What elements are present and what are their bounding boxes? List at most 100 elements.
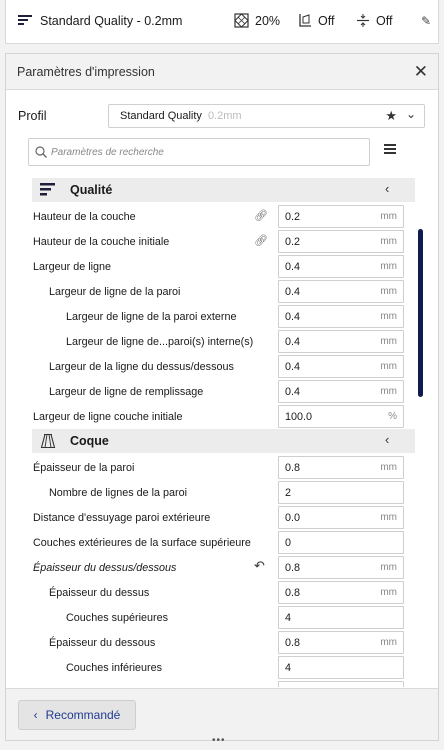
link-icon: 🔗︎ bbox=[254, 235, 268, 247]
setting-label: Largeur de ligne de remplissage bbox=[49, 386, 204, 398]
setting-input[interactable]: 0.8 mm bbox=[278, 556, 404, 579]
setting-unit: mm bbox=[380, 211, 397, 222]
setting-label: Largeur de la ligne du dessus/dessous bbox=[49, 361, 234, 373]
setting-value: 2 bbox=[285, 487, 292, 499]
infill-icon bbox=[234, 13, 249, 28]
setting-value: 4 bbox=[285, 612, 292, 624]
setting-input[interactable]: 4 bbox=[278, 656, 404, 679]
chevron-left-icon[interactable]: ‹ bbox=[385, 432, 389, 447]
setting-value: 0.4 bbox=[285, 261, 301, 273]
setting-row: Largeur de la ligne du dessus/dessous 0.… bbox=[16, 354, 408, 379]
setting-input[interactable]: 4 bbox=[278, 606, 404, 629]
category-quality[interactable]: Qualité ‹ bbox=[32, 178, 415, 202]
support-icon bbox=[299, 14, 311, 27]
search-input[interactable] bbox=[51, 146, 351, 158]
setting-label: Épaisseur du dessus/dessous bbox=[33, 562, 177, 574]
category-shell-label: Coque bbox=[70, 434, 109, 448]
setting-input[interactable]: 0.8 mm bbox=[278, 581, 404, 604]
settings-list[interactable]: Qualité ‹ Hauteur de la couche 🔗︎ 0.2 mm… bbox=[16, 175, 418, 687]
profile-select-sub: 0.2mm bbox=[207, 110, 242, 122]
setting-value: 0.4 bbox=[285, 311, 301, 323]
setting-row-partial bbox=[16, 680, 408, 687]
setting-label: Nombre de lignes de la paroi bbox=[49, 487, 188, 499]
setting-value: 0.2 bbox=[285, 211, 301, 223]
setting-input[interactable]: 0.4 mm bbox=[278, 330, 404, 353]
print-setup-summary-bar[interactable]: Standard Quality - 0.2mm 20% Off Off ✎ bbox=[5, 0, 439, 44]
setting-unit: mm bbox=[380, 236, 397, 247]
setting-row: Largeur de ligne de...paroi(s) interne(s… bbox=[16, 329, 408, 354]
setting-unit: % bbox=[388, 411, 397, 422]
setting-unit: mm bbox=[380, 562, 397, 573]
resize-handle-icon[interactable]: ••• bbox=[212, 735, 226, 746]
scrollbar[interactable] bbox=[418, 229, 423, 397]
reset-icon[interactable]: ↶ bbox=[254, 558, 265, 574]
setting-row: Nombre de lignes de la paroi 2 bbox=[16, 480, 408, 505]
setting-input[interactable]: 0.0 mm bbox=[278, 506, 404, 529]
close-icon[interactable]: ✕ bbox=[414, 62, 428, 82]
category-shell[interactable]: Coque ‹ bbox=[32, 429, 415, 453]
print-settings-panel: Paramètres d'impression ✕ Profil Standar… bbox=[5, 53, 439, 741]
setting-input[interactable]: 0.4 mm bbox=[278, 380, 404, 403]
adhesion-icon bbox=[357, 14, 369, 27]
setting-input[interactable]: 0.8 mm bbox=[278, 631, 404, 654]
chevron-left-icon[interactable]: ‹ bbox=[385, 181, 389, 196]
setting-value: 0.8 bbox=[285, 462, 301, 474]
setting-input[interactable]: 0.8 mm bbox=[278, 456, 404, 479]
menu-icon[interactable] bbox=[384, 143, 398, 155]
infill-summary[interactable]: 20% bbox=[234, 13, 280, 28]
setting-value: 0.2 bbox=[285, 236, 301, 248]
profile-lines-icon bbox=[18, 15, 32, 27]
setting-label: Largeur de ligne couche initiale bbox=[33, 411, 183, 423]
setting-row: Largeur de ligne de la paroi externe 0.4… bbox=[16, 304, 408, 329]
setting-label: Hauteur de la couche bbox=[33, 211, 136, 223]
setting-row: Largeur de ligne couche initiale 100.0 % bbox=[16, 404, 408, 429]
setting-value: 0.8 bbox=[285, 587, 301, 599]
star-icon[interactable]: ★ bbox=[385, 108, 397, 124]
recommended-button[interactable]: ‹ Recommandé bbox=[18, 700, 136, 730]
setting-label: Couches extérieures de la surface supéri… bbox=[33, 537, 251, 549]
setting-unit: mm bbox=[380, 462, 397, 473]
profile-select[interactable]: Standard Quality 0.2mm ★ ⌄ bbox=[108, 104, 425, 128]
setting-input[interactable]: 0.4 mm bbox=[278, 255, 404, 278]
panel-header: Paramètres d'impression ✕ bbox=[6, 54, 438, 90]
setting-row: Couches inférieures 4 bbox=[16, 655, 408, 680]
search-row bbox=[28, 138, 414, 166]
search-box[interactable] bbox=[28, 138, 370, 166]
setting-unit: mm bbox=[380, 386, 397, 397]
chevron-down-icon[interactable]: ⌄ bbox=[406, 107, 416, 121]
setting-row: Hauteur de la couche initiale 🔗︎ 0.2 mm bbox=[16, 229, 408, 254]
setting-unit: mm bbox=[380, 286, 397, 297]
setting-row: Épaisseur du dessus/dessous ↶ 0.8 mm bbox=[16, 555, 408, 580]
category-quality-label: Qualité bbox=[70, 183, 113, 197]
setting-value: 0.4 bbox=[285, 286, 301, 298]
setting-row: Largeur de ligne de remplissage 0.4 mm bbox=[16, 379, 408, 404]
setting-row: Largeur de ligne 0.4 mm bbox=[16, 254, 408, 279]
setting-row: Couches supérieures 4 bbox=[16, 605, 408, 630]
setting-input[interactable]: 0.4 mm bbox=[278, 355, 404, 378]
quality-lines-icon bbox=[40, 183, 56, 197]
setting-unit: mm bbox=[380, 361, 397, 372]
support-summary[interactable]: Off bbox=[298, 13, 334, 28]
setting-value: 0.4 bbox=[285, 336, 301, 348]
setting-unit: mm bbox=[380, 637, 397, 648]
setting-input[interactable]: 0.4 mm bbox=[278, 280, 404, 303]
setting-value: 0.8 bbox=[285, 562, 301, 574]
setting-input[interactable]: 0.2 mm bbox=[278, 205, 404, 228]
setting-input[interactable]: 0 bbox=[278, 531, 404, 554]
edit-pencil-icon[interactable]: ✎ bbox=[421, 14, 431, 28]
profile-select-value: Standard Quality bbox=[120, 110, 202, 122]
setting-label: Épaisseur du dessus bbox=[49, 587, 150, 599]
setting-input[interactable]: 0.4 mm bbox=[278, 305, 404, 328]
chevron-left-icon: ‹ bbox=[33, 708, 38, 722]
setting-input[interactable]: 2 bbox=[278, 481, 404, 504]
search-icon bbox=[35, 146, 47, 158]
setting-input[interactable] bbox=[278, 681, 404, 687]
setting-unit: mm bbox=[380, 261, 397, 272]
adhesion-summary[interactable]: Off bbox=[356, 13, 392, 28]
setting-value: 0.4 bbox=[285, 361, 301, 373]
setting-label: Épaisseur du dessous bbox=[49, 637, 156, 649]
setting-value: 0 bbox=[285, 537, 292, 549]
setting-input[interactable]: 100.0 % bbox=[278, 405, 404, 428]
profile-summary[interactable]: Standard Quality - 0.2mm bbox=[18, 14, 182, 28]
setting-input[interactable]: 0.2 mm bbox=[278, 230, 404, 253]
